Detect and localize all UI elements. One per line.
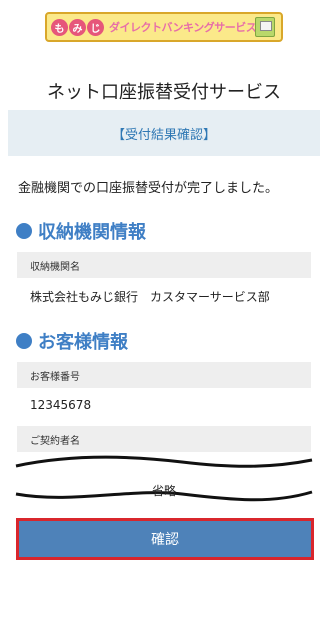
section-institution-heading: 収納機関情報 xyxy=(16,218,146,244)
logo-service-text: ダイレクトバンキングサービス xyxy=(109,21,257,34)
contractor-name-label: ご契約者名 xyxy=(17,426,311,452)
computer-icon xyxy=(255,17,275,37)
bank-logo: も み じ ダイレクトバンキングサービス xyxy=(45,12,283,42)
omitted-note: 省略 xyxy=(151,484,176,498)
completion-message: 金融機関での口座振替受付が完了しました。 xyxy=(18,181,279,196)
section-institution-title: 収納機関情報 xyxy=(38,222,146,243)
logo-char-mo: も xyxy=(51,18,68,36)
section-customer-heading: お客様情報 xyxy=(16,328,128,354)
institution-name-value: 株式会社もみじ銀行 カスタマーサービス部 xyxy=(30,290,270,304)
page-title: ネット口座振替受付サービス xyxy=(47,82,281,103)
customer-number-value: 12345678 xyxy=(30,398,92,412)
bullet-circle-icon xyxy=(16,333,32,349)
bullet-circle-icon xyxy=(16,223,32,239)
institution-name-label: 収納機関名 xyxy=(17,252,311,278)
logo-char-mi: み xyxy=(69,18,86,36)
confirm-button[interactable]: 確認 xyxy=(19,521,311,557)
customer-number-label: お客様番号 xyxy=(17,362,311,388)
result-bar: 【受付結果確認】 xyxy=(8,110,320,156)
result-bar-label: 【受付結果確認】 xyxy=(111,127,216,143)
logo-char-ji: じ xyxy=(87,18,104,36)
section-customer-title: お客様情報 xyxy=(38,332,128,353)
